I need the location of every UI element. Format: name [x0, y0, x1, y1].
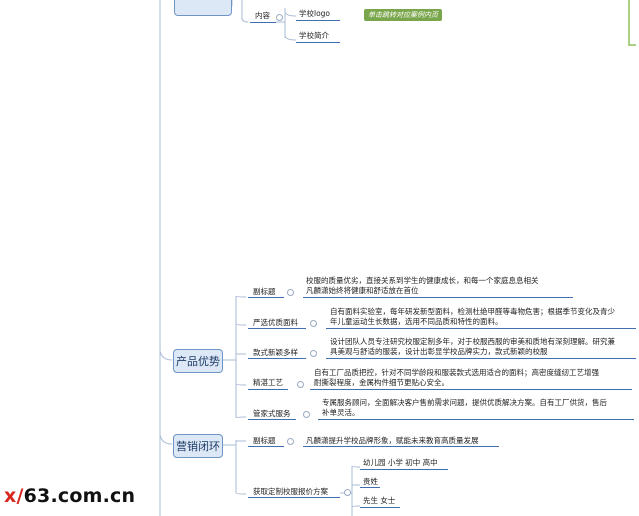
- advantage-text-underline-subtitle: [303, 297, 573, 298]
- advantage-text-underline-style: [326, 358, 636, 359]
- clipped-node[interactable]: [174, 0, 232, 16]
- plan-item-gender-underline: [360, 507, 400, 508]
- top-item-logo: 学校logo: [299, 9, 331, 18]
- jump-tip-badge[interactable]: 单击跳转对应案例内页: [364, 9, 442, 21]
- advantage-label-style: 款式新颖多样: [253, 348, 298, 357]
- collapse-toggle-plan[interactable]: [344, 489, 351, 496]
- advantage-text-style: 设计团队人员专注研究校服定制多年，对于校服西服的审美和质地有深刻理解。研究兼 具…: [330, 337, 615, 356]
- loop-underline-subtitle: [248, 446, 284, 447]
- advantage-underline-fabric: [248, 328, 306, 329]
- collapse-toggle-service[interactable]: [303, 411, 310, 418]
- collapse-toggle-fabric[interactable]: [310, 320, 317, 327]
- advantage-text-service: 专属服务顾问，全面解决客户售前需求问题，提供优质解决方案。自有工厂供货，售后 补…: [322, 398, 607, 417]
- advantage-label-subtitle: 副标题: [253, 287, 276, 296]
- advantage-label-service: 管家式服务: [253, 409, 291, 418]
- advantage-label-fabric: 严选优质面料: [253, 318, 298, 327]
- advantage-underline-service: [248, 419, 296, 420]
- content-label: 内容: [255, 11, 270, 20]
- top-item-logo-underline: [296, 20, 340, 21]
- loop-text-underline-subtitle: [303, 446, 499, 447]
- plan-item-name-underline: [360, 487, 380, 488]
- advantage-text-underline-craft: [310, 389, 632, 390]
- content-underline: [250, 22, 276, 23]
- collapse-toggle-loop-subtitle[interactable]: [287, 438, 294, 445]
- advantage-text-subtitle: 校服的质量优劣，直接关系到学生的健康成长，和每一个家庭息息相关 凡麟潇始终将健康…: [306, 276, 539, 295]
- advantage-underline-style: [248, 358, 306, 359]
- node-product-advantage[interactable]: 产品优势: [173, 349, 223, 373]
- node-marketing-loop[interactable]: 营销闭环: [173, 434, 223, 458]
- collapse-toggle-content[interactable]: [276, 14, 283, 21]
- advantage-label-craft: 精湛工艺: [253, 378, 283, 387]
- plan-item-grades-underline: [360, 469, 448, 470]
- advantage-underline-craft: [248, 389, 288, 390]
- collapse-toggle-style[interactable]: [310, 350, 317, 357]
- loop-label-subtitle: 副标题: [253, 436, 276, 445]
- advantage-text-fabric: 自有面料实验室，每年研发新型面料，检测杜绝甲醛等毒物危害；根据季节变化及青少 年…: [330, 307, 615, 326]
- site-watermark: x/63.com.cn: [4, 485, 136, 507]
- top-item-intro: 学校简介: [299, 31, 329, 40]
- plan-item-gender: 先生 女士: [363, 496, 396, 505]
- plan-item-name: 贵姓: [363, 477, 378, 486]
- top-item-intro-underline: [296, 42, 340, 43]
- plan-item-grades: 幼儿园 小学 初中 高中: [363, 458, 438, 467]
- advantage-text-craft: 自有工厂品质把控，针对不同学龄段和服装款式选用适合的面料；高密度缝纫工艺增强 耐…: [314, 368, 599, 387]
- loop-underline-plan: [248, 497, 340, 498]
- collapse-toggle-craft[interactable]: [297, 381, 304, 388]
- advantage-text-underline-service: [318, 419, 634, 420]
- loop-text-subtitle: 凡麟潇提升学校品牌形象，赋能未来教育高质量发展: [306, 436, 479, 445]
- loop-label-plan: 获取定制校服报价方案: [253, 487, 328, 496]
- advantage-underline-subtitle: [248, 297, 284, 298]
- collapse-toggle-subtitle[interactable]: [287, 289, 294, 296]
- advantage-text-underline-fabric: [326, 328, 636, 329]
